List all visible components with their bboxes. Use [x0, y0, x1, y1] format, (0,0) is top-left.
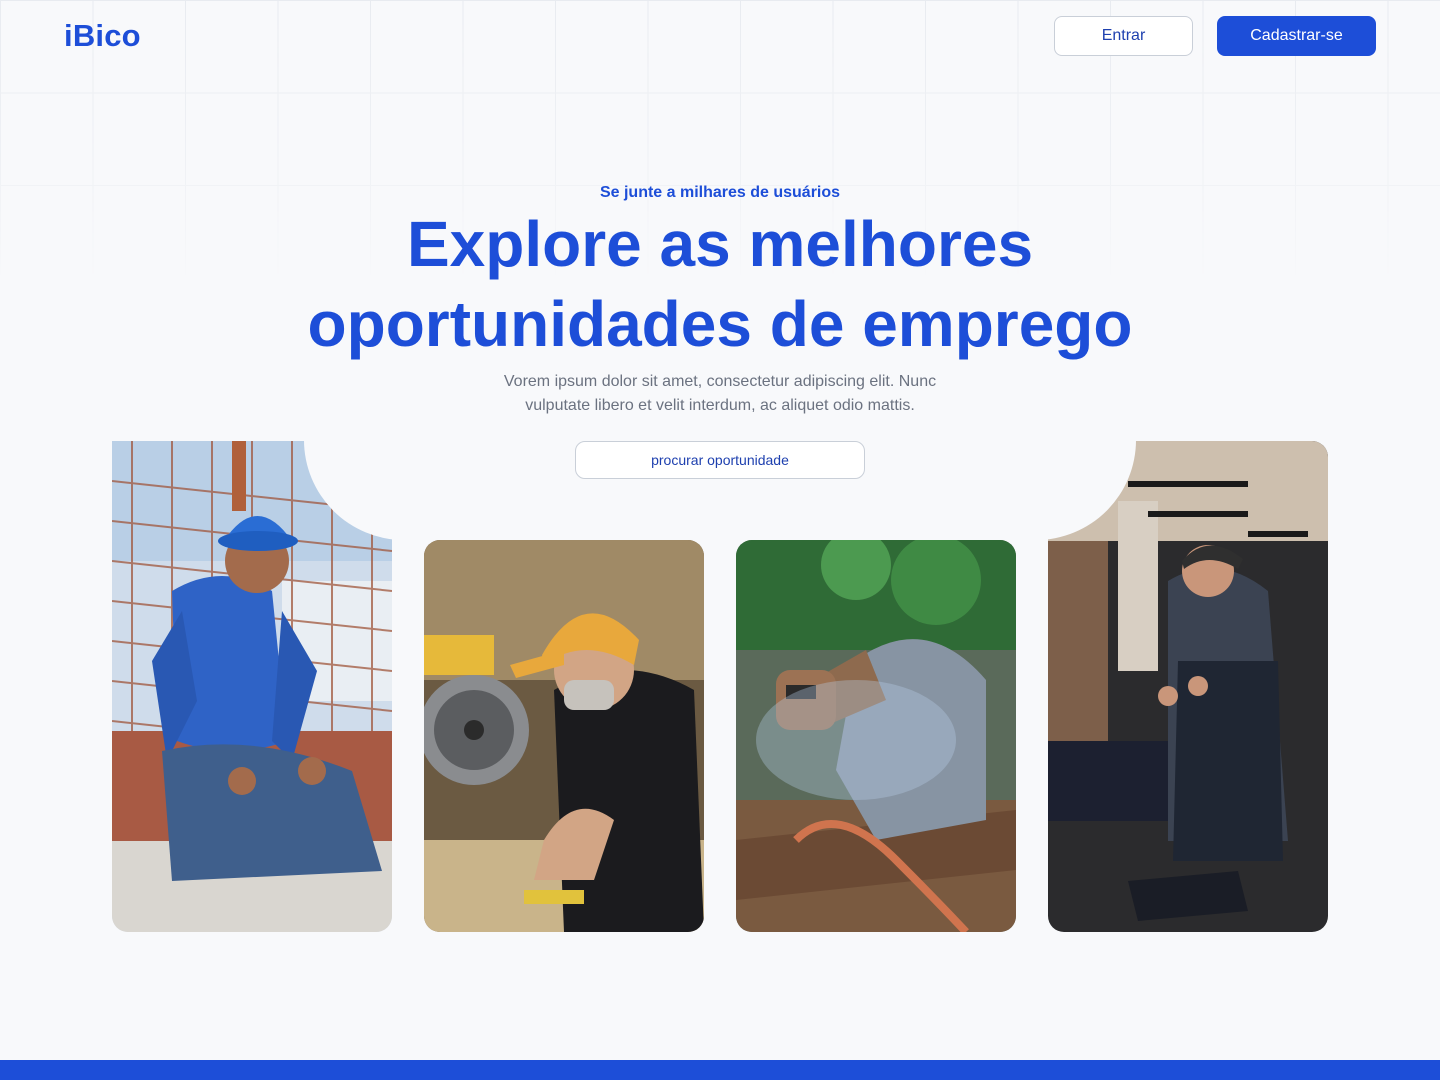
headline-line-1: Explore as melhores	[406, 208, 1034, 280]
welder-photo	[736, 540, 1016, 932]
carpenter-photo	[424, 540, 704, 932]
hero-eyebrow: Se junte a milhares de usuários	[599, 184, 841, 201]
description-line-2: vulputate libero et velit interdum, ac a…	[525, 397, 915, 414]
signup-button[interactable]: Cadastrar-se	[1217, 16, 1376, 56]
login-button[interactable]: Entrar	[1054, 16, 1193, 56]
footer-bar	[0, 1060, 1440, 1080]
headline-line-2: oportunidades de emprego	[307, 288, 1133, 360]
top-nav: iBico Entrar Cadastrar-se	[0, 0, 1440, 72]
hero-description: Vorem ipsum dolor sit amet, consectetur …	[460, 370, 980, 418]
description-line-1: Vorem ipsum dolor sit amet, consectetur …	[503, 373, 937, 390]
search-opportunity-button[interactable]: procurar oportunidade	[575, 441, 865, 479]
hero-headline: Explore as melhores oportunidades de emp…	[0, 204, 1440, 364]
brand-logo[interactable]: iBico	[64, 18, 141, 54]
